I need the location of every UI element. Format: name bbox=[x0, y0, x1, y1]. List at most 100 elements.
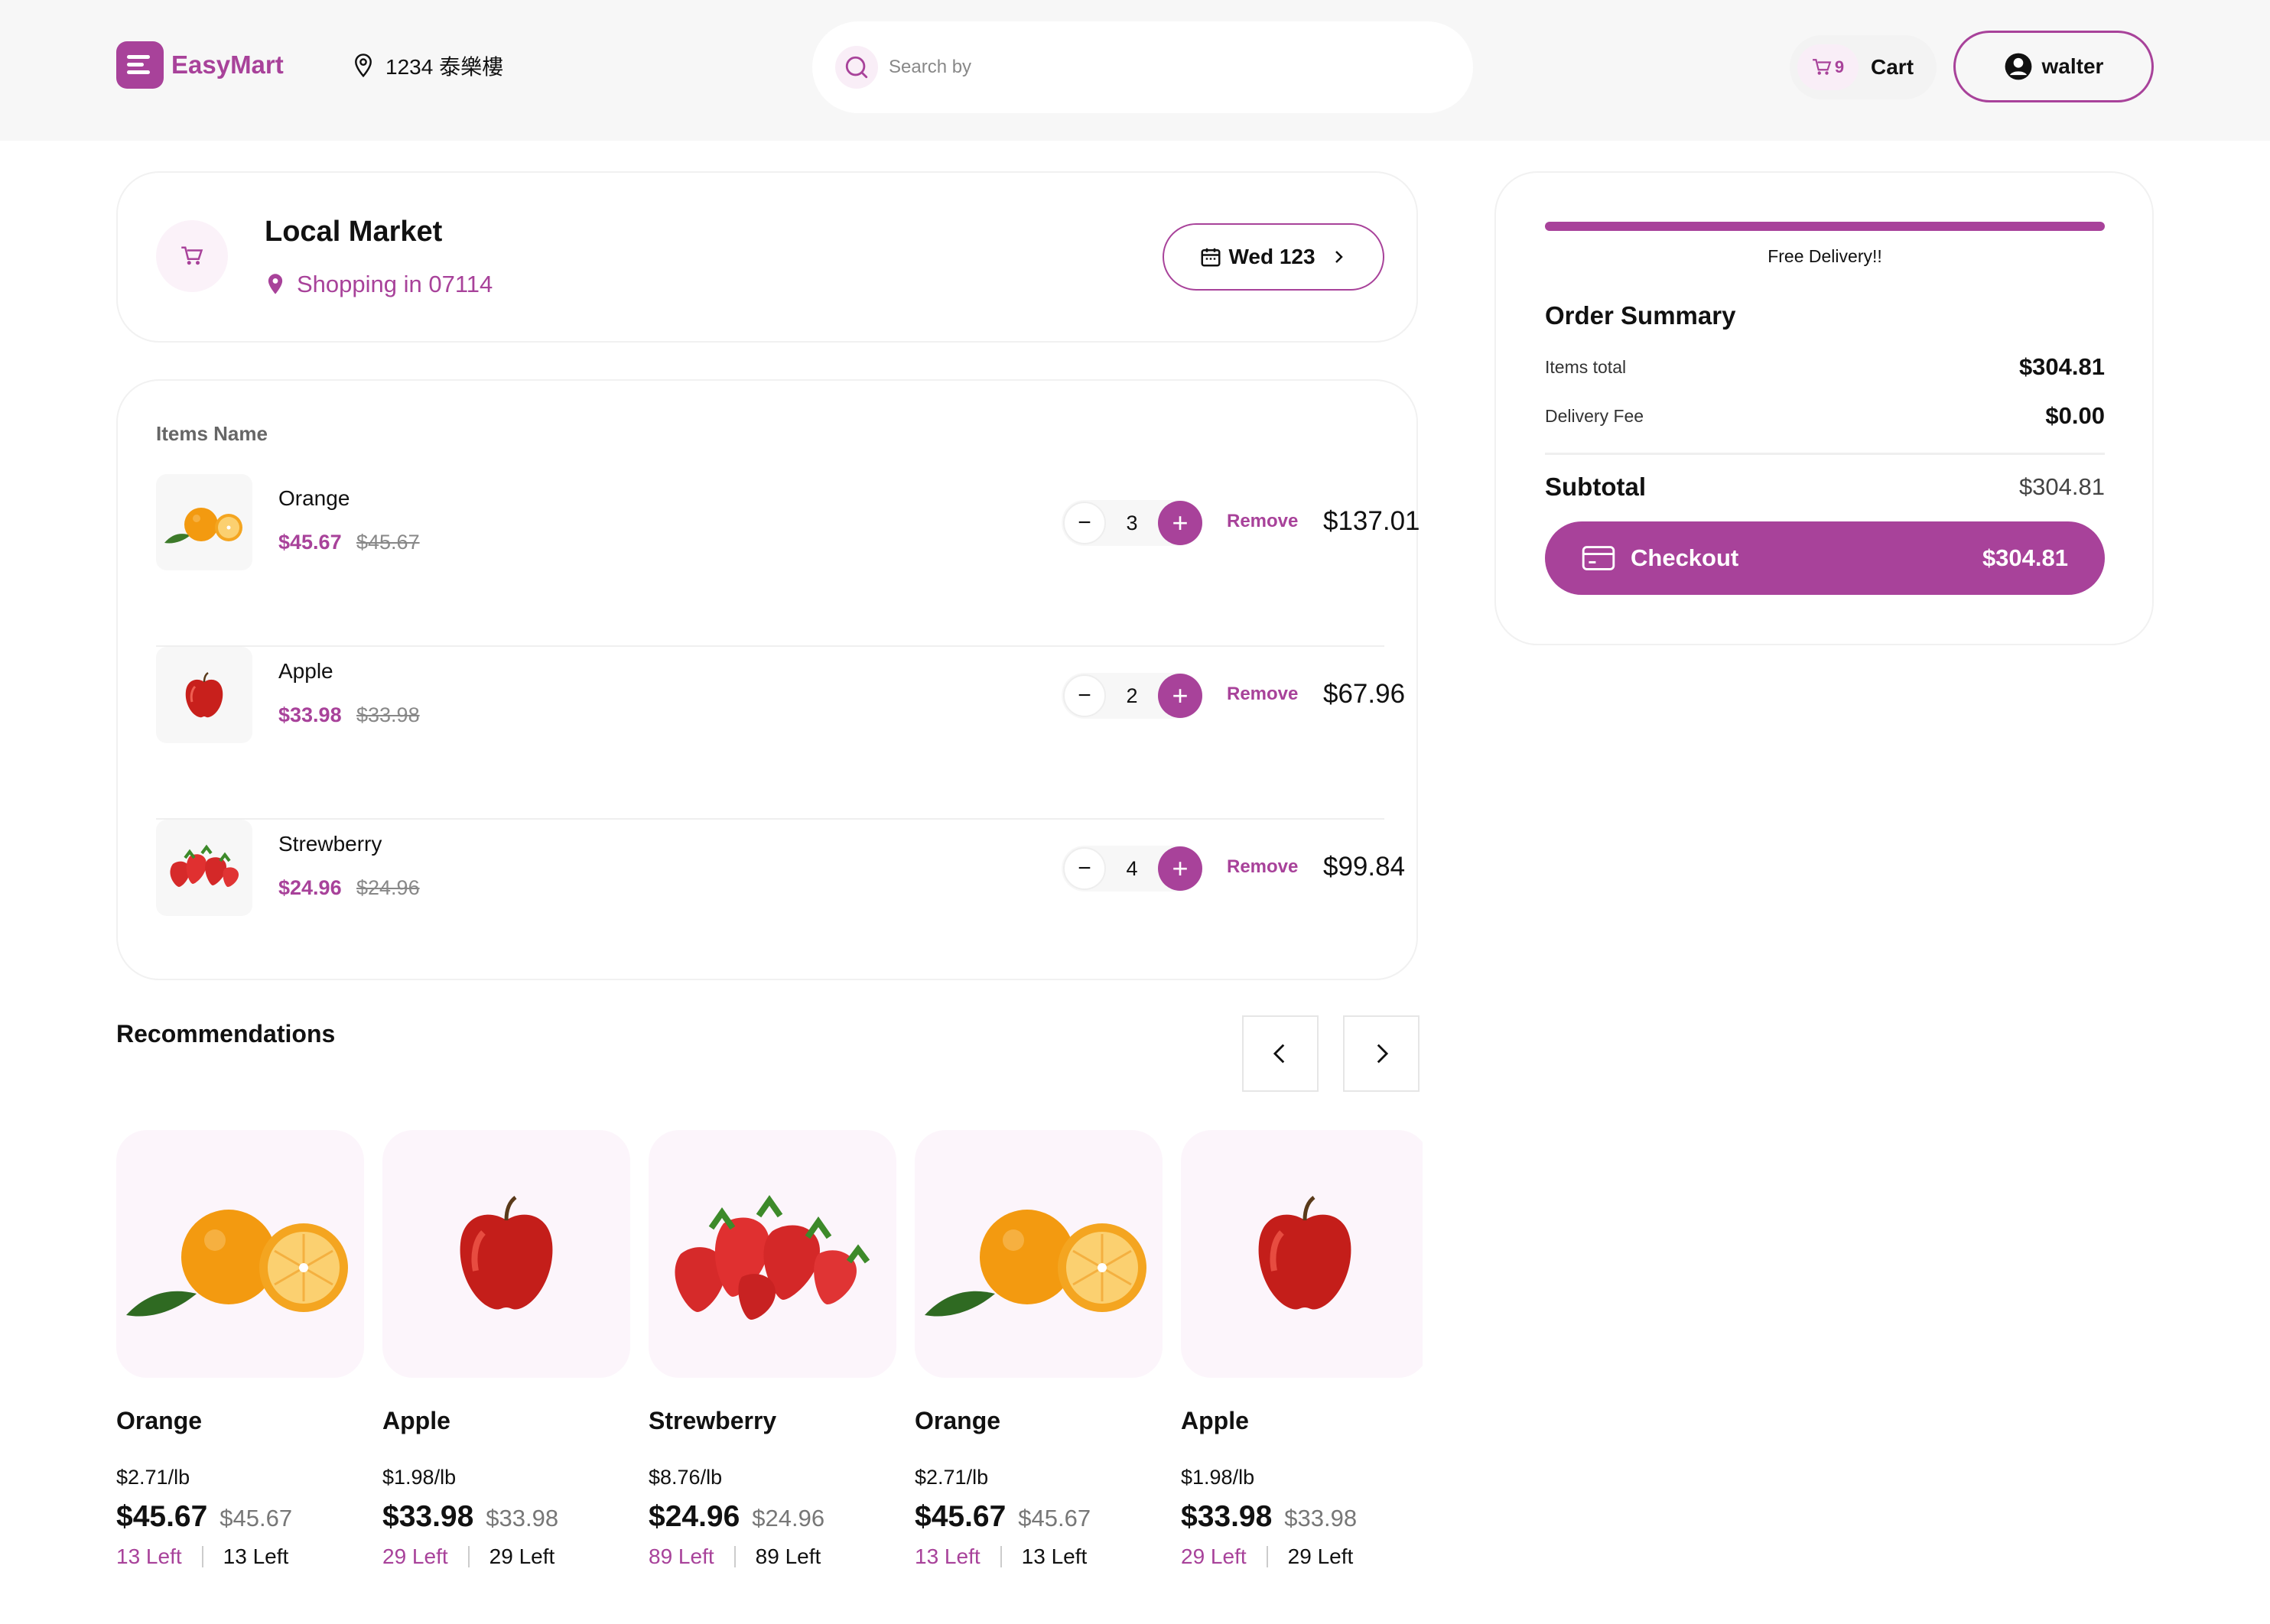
product-stock: 29 Left 29 Left bbox=[1181, 1544, 1423, 1569]
item-old-price: $33.98 bbox=[356, 703, 420, 726]
item-price: $45.67 bbox=[278, 531, 342, 554]
cart-button[interactable]: 9 Cart bbox=[1790, 35, 1937, 99]
summary-divider bbox=[1545, 453, 2105, 455]
free-delivery-progress-bar bbox=[1545, 222, 2105, 231]
increase-quantity-button[interactable]: + bbox=[1158, 846, 1202, 891]
orange-image bbox=[116, 1130, 364, 1378]
product-price: $45.67 bbox=[915, 1500, 1007, 1533]
items-total-label: Items total bbox=[1545, 356, 1627, 377]
search-bar[interactable] bbox=[812, 21, 1473, 113]
remove-item-button[interactable]: Remove bbox=[1227, 856, 1298, 878]
product-card[interactable]: Apple $1.98/lb $33.98 $33.98 29 Left 29 … bbox=[1181, 1130, 1423, 1569]
quantity-value: 3 bbox=[1126, 511, 1138, 534]
stock-divider bbox=[733, 1546, 736, 1567]
stock-left: 13 Left bbox=[223, 1544, 289, 1568]
strawberry-image bbox=[649, 1130, 896, 1378]
search-icon[interactable] bbox=[835, 46, 878, 89]
product-price: $33.98 bbox=[1181, 1500, 1273, 1533]
stock-divider bbox=[201, 1546, 203, 1567]
user-avatar-icon bbox=[2005, 53, 2031, 80]
order-summary-card: Free Delivery!! Order Summary Items tota… bbox=[1494, 171, 2154, 645]
recommendations-carousel: Orange $2.71/lb $45.67 $45.67 13 Left 13… bbox=[116, 1130, 1423, 1589]
stock-divider bbox=[1266, 1546, 1268, 1567]
decrease-quantity-button[interactable]: − bbox=[1063, 847, 1106, 890]
quantity-stepper: − 2 + bbox=[1062, 673, 1202, 719]
subtotal-label: Subtotal bbox=[1545, 473, 1646, 501]
carousel-prev-button[interactable] bbox=[1242, 1015, 1319, 1092]
decrease-quantity-button[interactable]: − bbox=[1063, 502, 1106, 544]
cart-label: Cart bbox=[1871, 55, 1914, 79]
strawberry-image bbox=[156, 820, 252, 916]
product-stock: 13 Left 13 Left bbox=[116, 1544, 364, 1569]
chevron-right-icon bbox=[1335, 251, 1343, 263]
item-line-total: $99.84 bbox=[1323, 852, 1406, 882]
logo[interactable]: EasyMart bbox=[116, 41, 284, 89]
items-total-row: Items total $304.81 bbox=[1545, 353, 2105, 381]
delivery-date-button[interactable]: Wed 123 bbox=[1163, 223, 1384, 291]
product-name: Apple bbox=[1181, 1407, 1249, 1434]
checkout-total: $304.81 bbox=[1982, 544, 2068, 571]
product-card[interactable]: Orange $2.71/lb $45.67 $45.67 13 Left 13… bbox=[915, 1130, 1163, 1569]
increase-quantity-button[interactable]: + bbox=[1158, 674, 1202, 718]
quantity-value: 4 bbox=[1126, 856, 1138, 880]
delivery-location[interactable]: 1234 泰樂樓 bbox=[352, 50, 503, 81]
product-name: Strewberry bbox=[649, 1407, 777, 1434]
user-account-button[interactable]: walter bbox=[1953, 31, 2154, 102]
market-location: Shopping in 07114 bbox=[265, 271, 493, 298]
product-prices: $45.67 $45.67 bbox=[116, 1500, 364, 1534]
top-header: EasyMart 1234 泰樂樓 9 Cart walter bbox=[0, 0, 2270, 141]
product-prices: $45.67 $45.67 bbox=[915, 1500, 1163, 1534]
search-input[interactable] bbox=[889, 57, 1348, 78]
product-old-price: $33.98 bbox=[486, 1505, 559, 1531]
chevron-right-icon bbox=[1377, 1044, 1389, 1064]
free-delivery-text: Free Delivery!! bbox=[1768, 246, 1882, 266]
delivery-fee-row: Delivery Fee $0.00 bbox=[1545, 402, 2105, 430]
stock-left: 13 Left bbox=[1021, 1544, 1088, 1568]
cart-item-row: Orange $45.67 $45.67 − 3 + Remove $137.0… bbox=[156, 474, 1420, 647]
increase-quantity-button[interactable]: + bbox=[1158, 501, 1202, 545]
market-card: Local Market Shopping in 07114 Wed 123 bbox=[116, 171, 1418, 343]
orange-image bbox=[915, 1130, 1163, 1378]
orange-image bbox=[156, 474, 252, 570]
stock-divider bbox=[1000, 1546, 1002, 1567]
product-old-price: $45.67 bbox=[1018, 1505, 1091, 1531]
checkout-button[interactable]: Checkout $304.81 bbox=[1545, 521, 2105, 595]
location-text: 1234 泰樂樓 bbox=[385, 55, 504, 79]
market-location-text: Shopping in 07114 bbox=[297, 271, 493, 297]
delivery-date-label: Wed 123 bbox=[1228, 245, 1315, 268]
apple-image bbox=[382, 1130, 630, 1378]
location-pin-icon bbox=[355, 54, 372, 78]
product-card[interactable]: Orange $2.71/lb $45.67 $45.67 13 Left 13… bbox=[116, 1130, 364, 1569]
product-card[interactable]: Apple $1.98/lb $33.98 $33.98 29 Left 29 … bbox=[382, 1130, 630, 1569]
product-price: $33.98 bbox=[382, 1500, 474, 1533]
decrease-quantity-button[interactable]: − bbox=[1063, 674, 1106, 717]
remove-item-button[interactable]: Remove bbox=[1227, 684, 1298, 705]
quantity-value: 2 bbox=[1126, 684, 1138, 707]
product-unit-price: $1.98/lb bbox=[1181, 1466, 1255, 1489]
product-stock: 29 Left 29 Left bbox=[382, 1544, 630, 1569]
user-name: walter bbox=[2041, 54, 2104, 78]
product-card[interactable]: Strewberry $8.76/lb $24.96 $24.96 89 Lef… bbox=[649, 1130, 896, 1569]
progress-fill bbox=[1545, 222, 2105, 231]
product-unit-price: $8.76/lb bbox=[649, 1466, 723, 1489]
product-old-price: $24.96 bbox=[752, 1505, 825, 1531]
remove-item-button[interactable]: Remove bbox=[1227, 511, 1298, 532]
product-name: Orange bbox=[116, 1407, 203, 1434]
product-stock: 89 Left 89 Left bbox=[649, 1544, 896, 1569]
product-old-price: $45.67 bbox=[220, 1505, 293, 1531]
quantity-stepper: − 3 + bbox=[1062, 500, 1202, 546]
quantity-stepper: − 4 + bbox=[1062, 846, 1202, 892]
logo-text: EasyMart bbox=[171, 50, 284, 79]
item-old-price: $45.67 bbox=[356, 531, 420, 554]
subtotal-value: $304.81 bbox=[2018, 473, 2105, 500]
items-total-value: $304.81 bbox=[2018, 353, 2105, 380]
product-prices: $33.98 $33.98 bbox=[1181, 1500, 1423, 1534]
product-price: $24.96 bbox=[649, 1500, 740, 1533]
carousel-next-button[interactable] bbox=[1343, 1015, 1420, 1092]
cart-count: 9 bbox=[1834, 57, 1845, 76]
product-old-price: $33.98 bbox=[1284, 1505, 1358, 1531]
chevron-left-icon bbox=[1273, 1044, 1285, 1064]
stock-left: 29 Left bbox=[1287, 1544, 1354, 1568]
stock-left-accent: 89 Left bbox=[649, 1544, 714, 1568]
item-name: Strewberry bbox=[278, 832, 382, 856]
